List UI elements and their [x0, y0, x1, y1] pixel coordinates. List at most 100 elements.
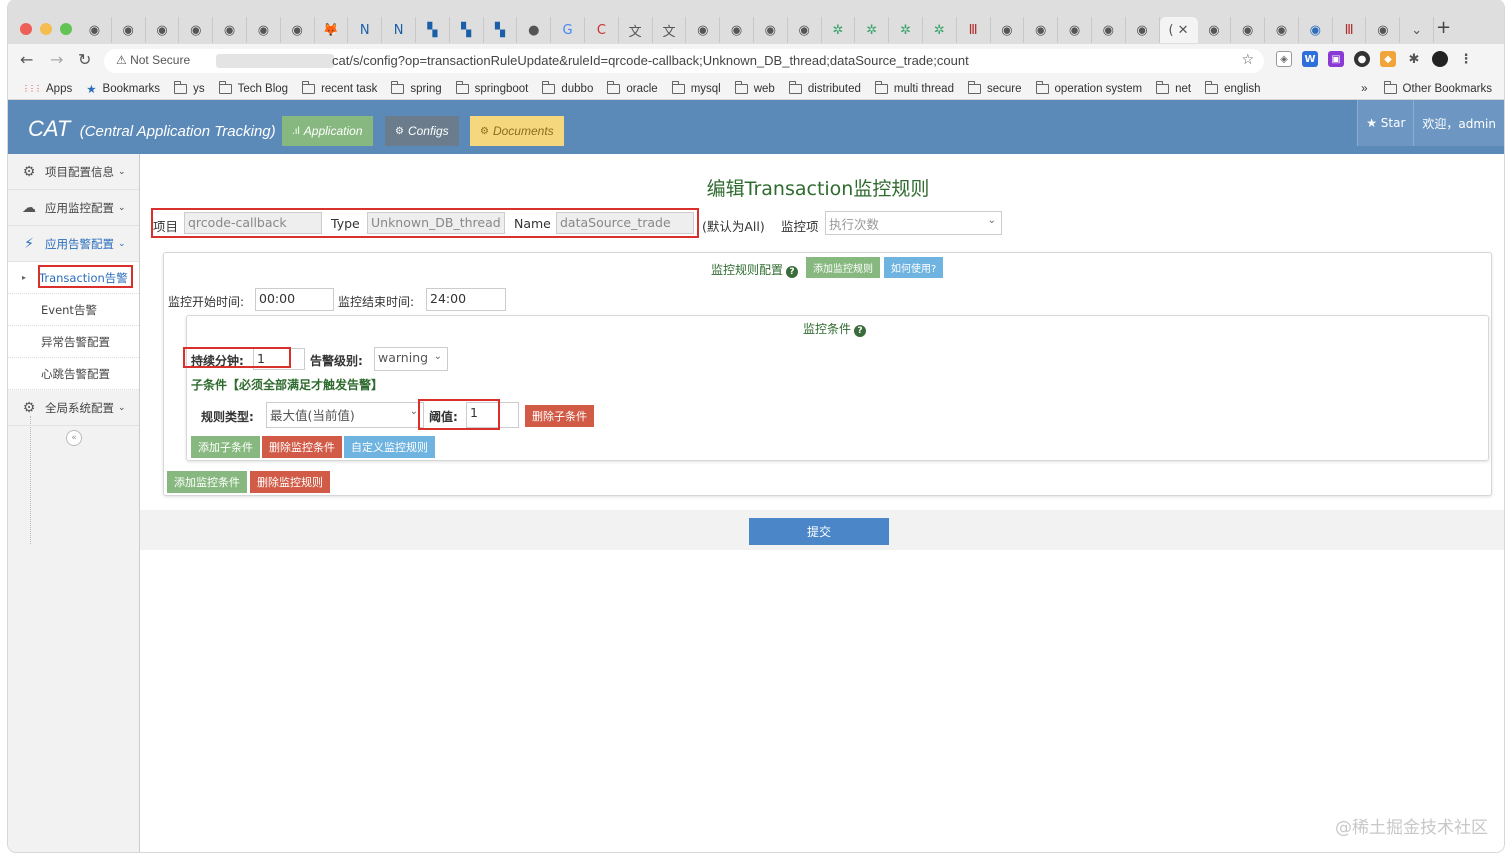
bookmark-secure[interactable]: secure: [967, 80, 1022, 95]
sidebar-item-project-config[interactable]: ⚙ 项目配置信息 ⌄: [8, 154, 139, 190]
bookmark-dubbo[interactable]: dubbo: [542, 80, 593, 95]
alert-level-select[interactable]: warning ⌄: [374, 347, 448, 371]
tab-globe-icon[interactable]: ◉: [213, 17, 247, 43]
bookmark-mysql[interactable]: mysql: [671, 80, 721, 95]
tab-globe-icon[interactable]: ◉: [179, 17, 214, 43]
forward-icon[interactable]: →: [50, 50, 63, 69]
rule-type-select[interactable]: 最大值(当前值) ⌄: [266, 402, 424, 428]
tab-globe-icon[interactable]: ◉: [720, 17, 754, 43]
sidebar-subitem-event-alert[interactable]: Event告警: [8, 294, 139, 326]
address-bar[interactable]: ⚠ Not Secure cat/s/config?op=transaction…: [104, 49, 1264, 73]
add-subcondition-button[interactable]: 添加子条件: [191, 436, 260, 458]
monitor-item-select[interactable]: 执行次数 ⌄: [825, 211, 1002, 235]
bookmark-apps[interactable]: ⋮⋮⋮ Apps: [22, 83, 72, 95]
bookmark-tech-blog[interactable]: Tech Blog: [218, 80, 288, 95]
not-secure-indicator[interactable]: ⚠ Not Secure: [116, 53, 190, 67]
close-window-button[interactable]: [20, 23, 32, 35]
purple-extension-icon[interactable]: ▣: [1328, 51, 1344, 67]
back-icon[interactable]: ←: [20, 50, 33, 69]
delete-condition-button[interactable]: 删除监控条件: [262, 436, 342, 458]
tab-globe-icon[interactable]: ◉: [281, 17, 315, 43]
sidebar-item-app-alert-config[interactable]: ⚡ 应用告警配置 ⌄: [8, 226, 139, 262]
add-condition-button[interactable]: 添加监控条件: [167, 471, 247, 493]
sidebar-subitem-exception-alert[interactable]: 异常告警配置: [8, 326, 139, 358]
bookmark-star-icon[interactable]: ☆: [1241, 52, 1254, 68]
tab-gear-icon[interactable]: ✲: [889, 17, 923, 43]
tab-docker-icon[interactable]: ▚: [416, 17, 450, 43]
tab-github-icon[interactable]: ●: [517, 17, 552, 43]
nav-application[interactable]: .ıl Application: [282, 116, 373, 146]
bookmark-multi-thread[interactable]: multi thread: [874, 80, 954, 95]
sidebar-item-global-config[interactable]: ⚙ 全局系统配置 ⌄: [8, 390, 139, 426]
dark-extension-icon[interactable]: ●: [1354, 51, 1370, 67]
tab-gear-icon[interactable]: ✲: [855, 17, 890, 43]
help-icon[interactable]: ?: [854, 325, 867, 337]
new-tab-button[interactable]: +: [1436, 17, 1451, 38]
bookmark-bookmarks[interactable]: ★ Bookmarks: [86, 82, 160, 96]
tab-google-icon[interactable]: G: [551, 17, 585, 43]
nav-documents[interactable]: ⚙ Documents: [470, 116, 564, 146]
custom-rule-button[interactable]: 自定义监控规则: [344, 436, 435, 458]
bookmark-english[interactable]: english: [1205, 80, 1261, 95]
delete-rule-button[interactable]: 删除监控规则: [250, 471, 330, 493]
bookmarks-overflow-button[interactable]: »: [1361, 83, 1367, 95]
bookmark-springboot[interactable]: springboot: [455, 80, 528, 95]
bookmark-operation-system[interactable]: operation system: [1035, 80, 1142, 95]
tab-globe-icon[interactable]: ◉: [1126, 17, 1160, 43]
tab-globe-icon[interactable]: ◉: [754, 17, 788, 43]
add-rule-button[interactable]: 添加监控规则: [806, 257, 880, 278]
puzzle-icon[interactable]: ✱: [1406, 51, 1422, 67]
profile-avatar[interactable]: [1432, 51, 1448, 67]
shield-extension-icon[interactable]: ◈: [1276, 51, 1292, 67]
minimize-window-button[interactable]: [40, 23, 52, 35]
delete-subcondition-button[interactable]: 删除子条件: [525, 405, 594, 427]
tab-globe-icon[interactable]: ◉: [1058, 17, 1092, 43]
sidebar-item-app-monitor-config[interactable]: ☁ 应用监控配置 ⌄: [8, 190, 139, 226]
tab-bookmark-red-icon[interactable]: Ⅲ: [957, 17, 991, 43]
tab-globe-icon[interactable]: ◉: [146, 17, 180, 43]
maximize-window-button[interactable]: [60, 23, 72, 35]
tab-globe-icon[interactable]: ◉: [1366, 17, 1401, 43]
tab-translate-icon[interactable]: 文: [653, 17, 687, 43]
tab-globe-icon[interactable]: ◉: [112, 17, 146, 43]
help-icon[interactable]: ?: [786, 266, 799, 278]
tab-nexus-icon[interactable]: N: [348, 17, 383, 43]
start-time-input[interactable]: 00:00: [255, 288, 334, 311]
tab-nexus-icon[interactable]: N: [382, 17, 416, 43]
submit-button[interactable]: 提交: [749, 518, 889, 545]
tab-gear-icon[interactable]: ✲: [822, 17, 856, 43]
tab-globe-icon[interactable]: ◉: [247, 17, 281, 43]
tab-globe-icon[interactable]: ◉: [1231, 17, 1266, 43]
orange-extension-icon[interactable]: ◆: [1380, 51, 1396, 67]
brand[interactable]: CAT (Central Application Tracking): [28, 116, 276, 142]
tab-globe-blue-icon[interactable]: ◉: [1299, 17, 1333, 43]
tab-active[interactable]: ( ✕: [1159, 17, 1198, 43]
tab-globe-icon[interactable]: ◉: [1198, 17, 1232, 43]
tab-bookmark-red-icon[interactable]: Ⅲ: [1333, 17, 1367, 43]
tab-globe-icon[interactable]: ◉: [991, 17, 1025, 43]
tab-gitlab-icon[interactable]: 🦊: [315, 17, 349, 43]
bookmark-recent-task[interactable]: recent task: [302, 80, 377, 95]
tab-globe-icon[interactable]: ◉: [788, 17, 822, 43]
bookmark-web[interactable]: web: [734, 80, 775, 95]
url-text[interactable]: cat/s/config?op=transactionRuleUpdate&ru…: [332, 53, 969, 68]
tab-gear-icon[interactable]: ✲: [923, 17, 957, 43]
tab-translate-icon[interactable]: 文: [619, 17, 653, 43]
other-bookmarks[interactable]: Other Bookmarks: [1403, 83, 1492, 95]
reload-icon[interactable]: ↻: [78, 50, 91, 69]
word-extension-icon[interactable]: W: [1302, 51, 1318, 67]
tab-globe-icon[interactable]: ◉: [1265, 17, 1299, 43]
bookmark-distributed[interactable]: distributed: [788, 80, 861, 95]
welcome-user-menu[interactable]: 欢迎，admin: [1413, 100, 1504, 146]
bookmark-spring[interactable]: spring: [391, 80, 442, 95]
tab-docker-icon[interactable]: ▚: [484, 17, 518, 43]
tab-csdn-icon[interactable]: C: [585, 17, 619, 43]
bookmark-net[interactable]: net: [1156, 80, 1191, 95]
tab-globe-icon[interactable]: ◉: [1024, 17, 1059, 43]
how-to-use-button[interactable]: 如何使用?: [884, 257, 944, 278]
tab-chevron-icon[interactable]: ⌄: [1400, 17, 1435, 43]
collapse-sidebar-button[interactable]: «: [66, 430, 82, 446]
bookmark-ys[interactable]: ys: [174, 80, 205, 95]
nav-configs[interactable]: ⚙ Configs: [385, 116, 459, 146]
bookmark-oracle[interactable]: oracle: [607, 80, 658, 95]
